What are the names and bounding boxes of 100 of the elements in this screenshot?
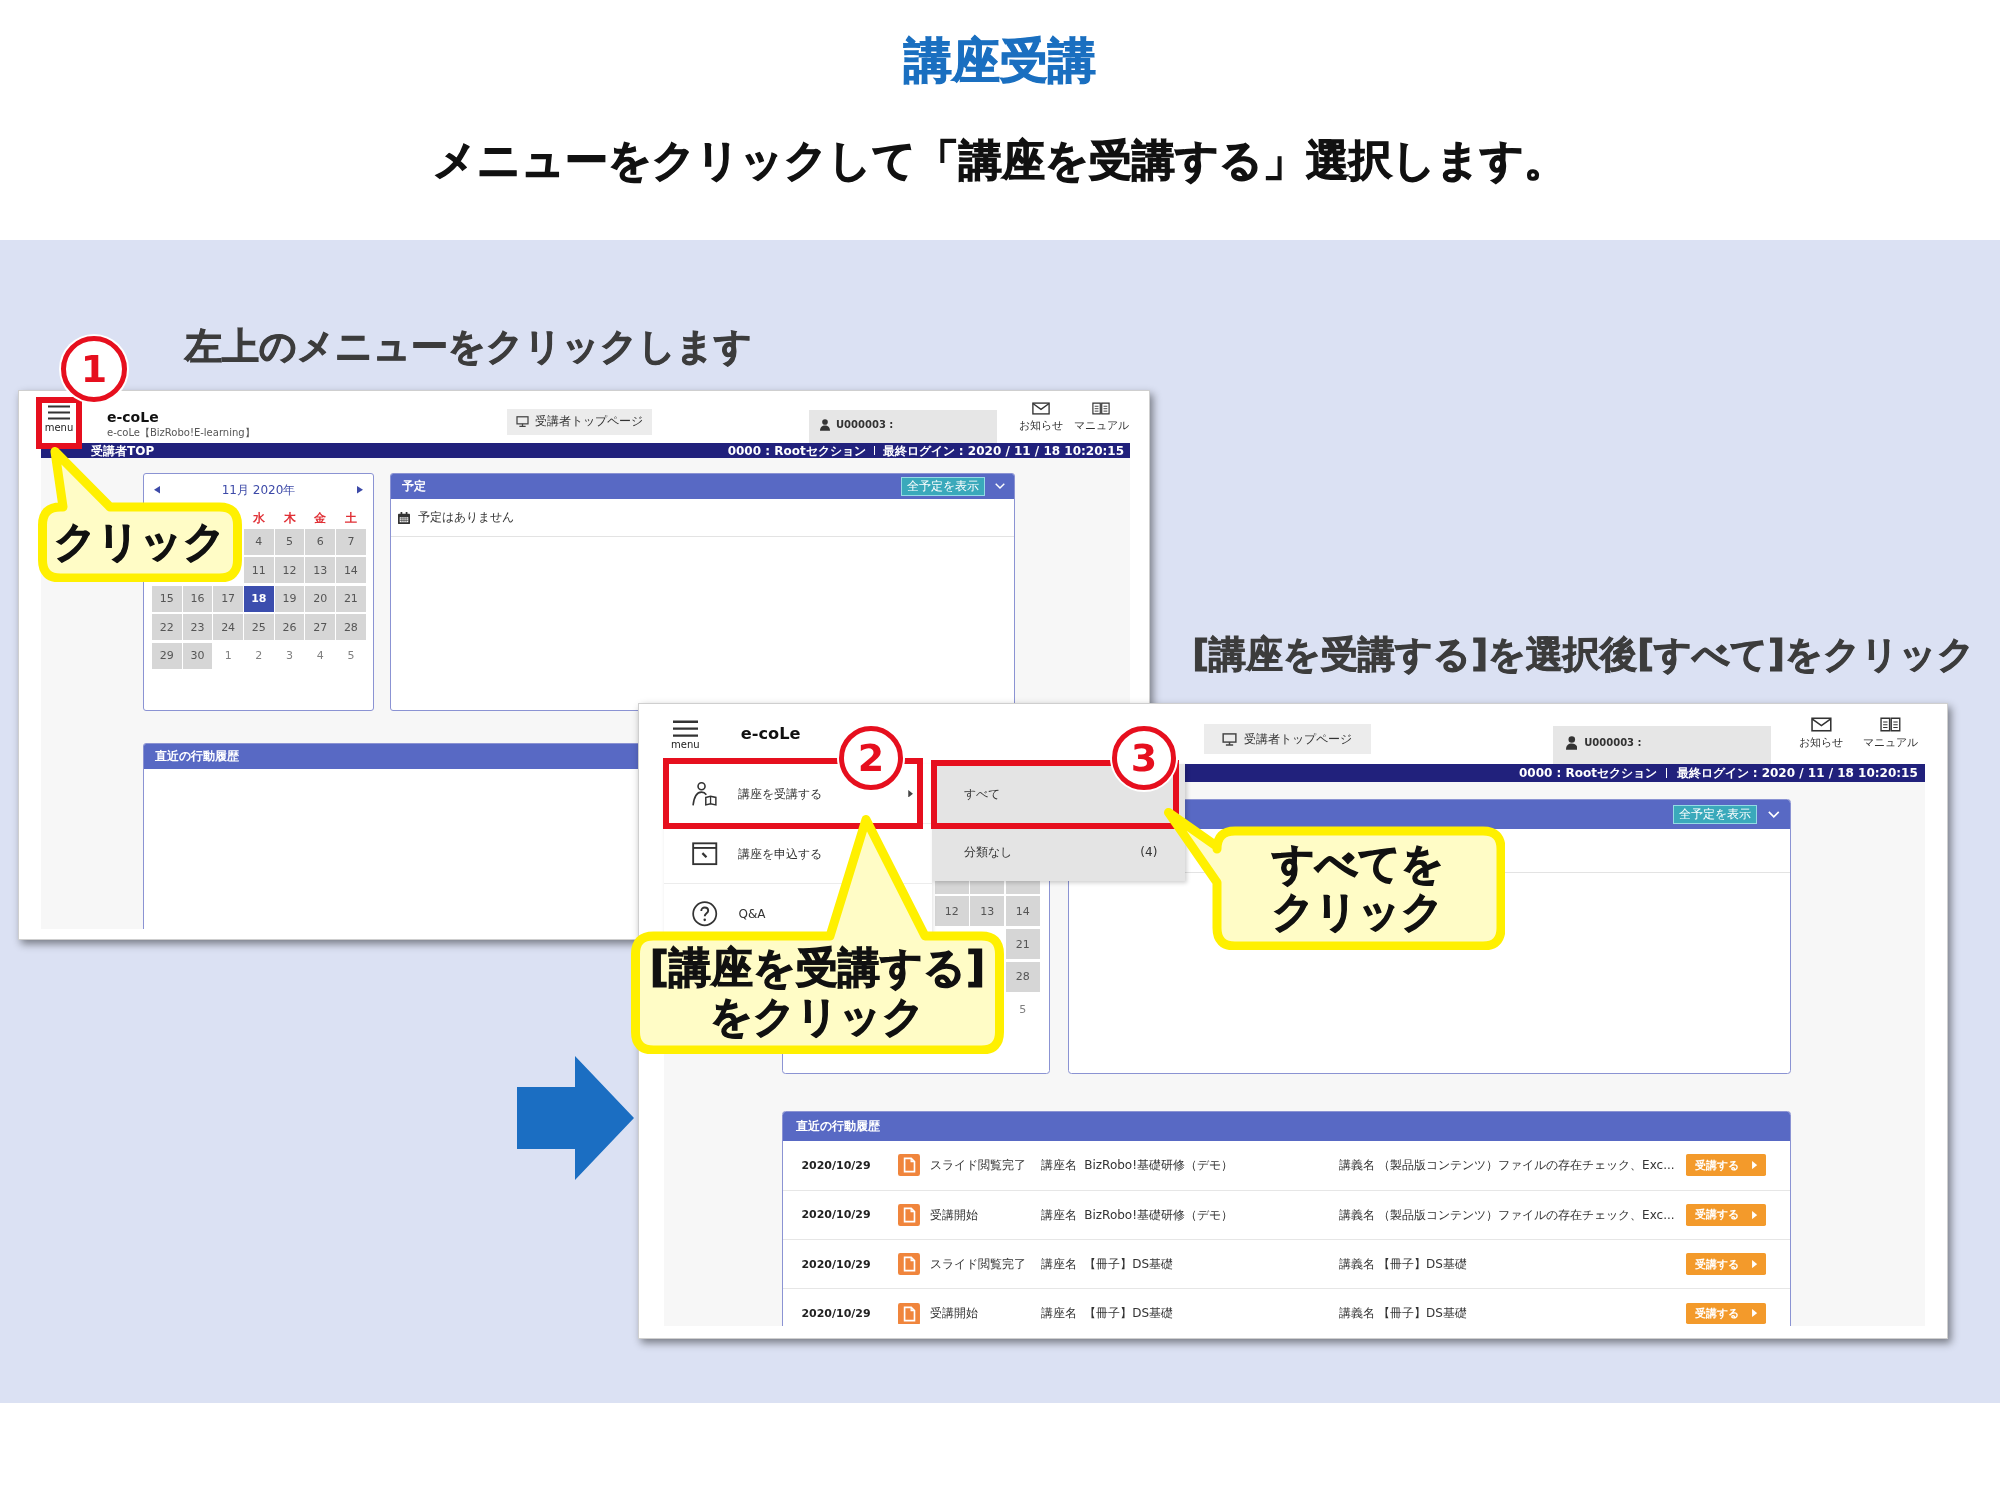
document-icon bbox=[898, 1253, 920, 1276]
caret-icon bbox=[1751, 1161, 1757, 1170]
slide-subtitle: メニューをクリックして「講座を受講する」選択します。 bbox=[433, 134, 1567, 187]
calendar-day[interactable]: 5 bbox=[274, 529, 305, 555]
field-label: 講座名 bbox=[1041, 1256, 1078, 1272]
action-text: スライド閲覧完了 bbox=[930, 1256, 1027, 1272]
calendar-day[interactable]: 2 bbox=[244, 642, 274, 669]
menu-button[interactable]: menu bbox=[44, 405, 74, 433]
course-name: 【冊子】DS基礎 bbox=[1084, 1306, 1174, 1321]
lecture-name: （製品版コンテンツ）ファイルの存在チェック、Exc... bbox=[1378, 1158, 1675, 1173]
calendar-day[interactable]: 21 bbox=[336, 585, 366, 612]
action-text: 受講開始 bbox=[930, 1207, 979, 1222]
user-id-text: U000003 : bbox=[836, 418, 894, 431]
calendar-day[interactable]: 24 bbox=[213, 614, 243, 641]
step-caption: [講座を受講する]を選択後[すべて]をクリック bbox=[1192, 632, 1975, 678]
course-name: 【冊子】DS基礎 bbox=[1084, 1256, 1174, 1272]
calendar-day[interactable]: 15 bbox=[152, 585, 182, 612]
calendar-day[interactable]: 27 bbox=[305, 614, 335, 641]
top-page-button[interactable]: 受講者トップページ bbox=[507, 408, 652, 435]
calendar-day[interactable]: 11 bbox=[244, 557, 274, 584]
menu-button[interactable]: menu bbox=[667, 720, 703, 751]
calendar-day[interactable]: 5 bbox=[336, 642, 366, 669]
chevron-down-icon[interactable] bbox=[1768, 810, 1780, 819]
triangle-left-icon[interactable] bbox=[154, 486, 160, 494]
calendar-day[interactable]: 14 bbox=[1005, 896, 1040, 927]
notifications-button[interactable]: お知らせ bbox=[1011, 402, 1071, 432]
field-label: 講義名 bbox=[1338, 1306, 1375, 1321]
calendar-day[interactable]: 30 bbox=[182, 642, 213, 669]
notifications-button[interactable]: お知らせ bbox=[1786, 716, 1857, 750]
triangle-right-icon[interactable] bbox=[357, 486, 363, 494]
top-page-button[interactable]: 受講者トップページ bbox=[1203, 724, 1372, 755]
calendar-day[interactable]: 19 bbox=[274, 585, 305, 612]
lecture-name: 【冊子】DS基礎 bbox=[1378, 1256, 1467, 1272]
calendar-day[interactable]: 13 bbox=[305, 557, 335, 584]
calendar-day[interactable]: 4 bbox=[244, 529, 274, 555]
show-all-button[interactable]: 全予定を表示 bbox=[1673, 804, 1757, 824]
manual-button[interactable]: マニュアル bbox=[1071, 402, 1131, 432]
panel-title: 直近の行動履歴 bbox=[155, 749, 239, 764]
calendar-day[interactable]: 5 bbox=[1005, 994, 1040, 1025]
calendar-day[interactable]: 22 bbox=[152, 614, 182, 641]
person-icon bbox=[1565, 735, 1578, 750]
caret-icon bbox=[908, 789, 914, 798]
calendar-day[interactable]: 18 bbox=[244, 585, 274, 612]
calendar-day[interactable]: 12 bbox=[274, 557, 305, 584]
calendar-day[interactable]: 20 bbox=[305, 585, 335, 612]
calendar-day[interactable]: 25 bbox=[244, 614, 274, 641]
calendar-icon bbox=[398, 511, 410, 524]
manual-button[interactable]: マニュアル bbox=[1856, 716, 1926, 750]
lecture-name: 【冊子】DS基礎 bbox=[1378, 1306, 1467, 1321]
action-text: 受講開始 bbox=[930, 1306, 979, 1321]
calendar-day[interactable]: 7 bbox=[336, 529, 366, 555]
weekday-label: 金 bbox=[314, 511, 327, 524]
calendar-day[interactable]: 12 bbox=[934, 896, 969, 927]
calendar-day[interactable]: 28 bbox=[1005, 962, 1040, 993]
caret-icon bbox=[1751, 1309, 1757, 1318]
user-id-text: U000003 : bbox=[1584, 736, 1642, 749]
monitor-icon bbox=[516, 416, 529, 427]
calendar-day[interactable]: 4 bbox=[305, 642, 335, 669]
empty-message: 予定はありません bbox=[418, 510, 514, 525]
callout-text: [講座を受講する]をクリック bbox=[648, 944, 987, 1041]
envelope-icon bbox=[1811, 716, 1832, 732]
step-caption: 左上のメニューをクリックします bbox=[185, 324, 752, 370]
field-label: 講座名 bbox=[1041, 1158, 1078, 1173]
book-icon bbox=[1092, 402, 1110, 415]
calendar-day[interactable]: 29 bbox=[152, 642, 182, 669]
date-text: 2020/10/29 bbox=[801, 1306, 871, 1321]
month-label: 11月 2020年 bbox=[221, 482, 296, 498]
book-icon bbox=[1880, 716, 1902, 732]
count-text: (4) bbox=[1140, 845, 1158, 860]
calendar-day[interactable]: 17 bbox=[213, 585, 243, 612]
last-login-text: 最終ログイン : 2020 / 11 / 18 10:20:15 bbox=[1676, 766, 1918, 779]
section-text: 0000 : Rootセクション bbox=[727, 444, 866, 457]
calendar-day[interactable]: 13 bbox=[970, 896, 1005, 927]
menu-icon bbox=[672, 720, 698, 738]
callout-text: すべてをクリック bbox=[1271, 839, 1446, 937]
help-icon bbox=[692, 901, 718, 927]
person-book-icon bbox=[692, 781, 718, 807]
calendar-day[interactable]: 21 bbox=[1005, 929, 1040, 960]
calendar-day[interactable]: 16 bbox=[182, 585, 213, 612]
caret-icon bbox=[1751, 1260, 1757, 1269]
calendar-day[interactable]: 28 bbox=[336, 614, 366, 641]
field-label: 講義名 bbox=[1338, 1207, 1375, 1222]
chevron-down-icon[interactable] bbox=[995, 483, 1005, 490]
show-all-button[interactable]: 全予定を表示 bbox=[901, 477, 985, 496]
step-badge: 1 bbox=[61, 336, 127, 402]
logo-subtitle: e-coLe【BizRobo!E-learning】 bbox=[107, 427, 255, 438]
calendar-day[interactable]: 3 bbox=[274, 642, 305, 669]
panel-title: 予定 bbox=[402, 479, 426, 494]
field-label: 講座名 bbox=[1041, 1207, 1078, 1222]
panel-title: 直近の行動履歴 bbox=[796, 1119, 881, 1134]
calendar-day[interactable]: 26 bbox=[274, 614, 305, 641]
calendar-day[interactable]: 23 bbox=[182, 614, 213, 641]
field-label: 講義名 bbox=[1338, 1256, 1375, 1272]
field-label: 講座名 bbox=[1041, 1306, 1078, 1321]
monitor-icon bbox=[1222, 732, 1238, 746]
field-label: 講義名 bbox=[1338, 1158, 1375, 1173]
calendar-day[interactable]: 14 bbox=[336, 557, 366, 584]
course-name: BizRobo!基礎研修（デモ） bbox=[1084, 1207, 1233, 1222]
calendar-day[interactable]: 1 bbox=[213, 642, 243, 669]
calendar-day[interactable]: 6 bbox=[305, 529, 335, 555]
